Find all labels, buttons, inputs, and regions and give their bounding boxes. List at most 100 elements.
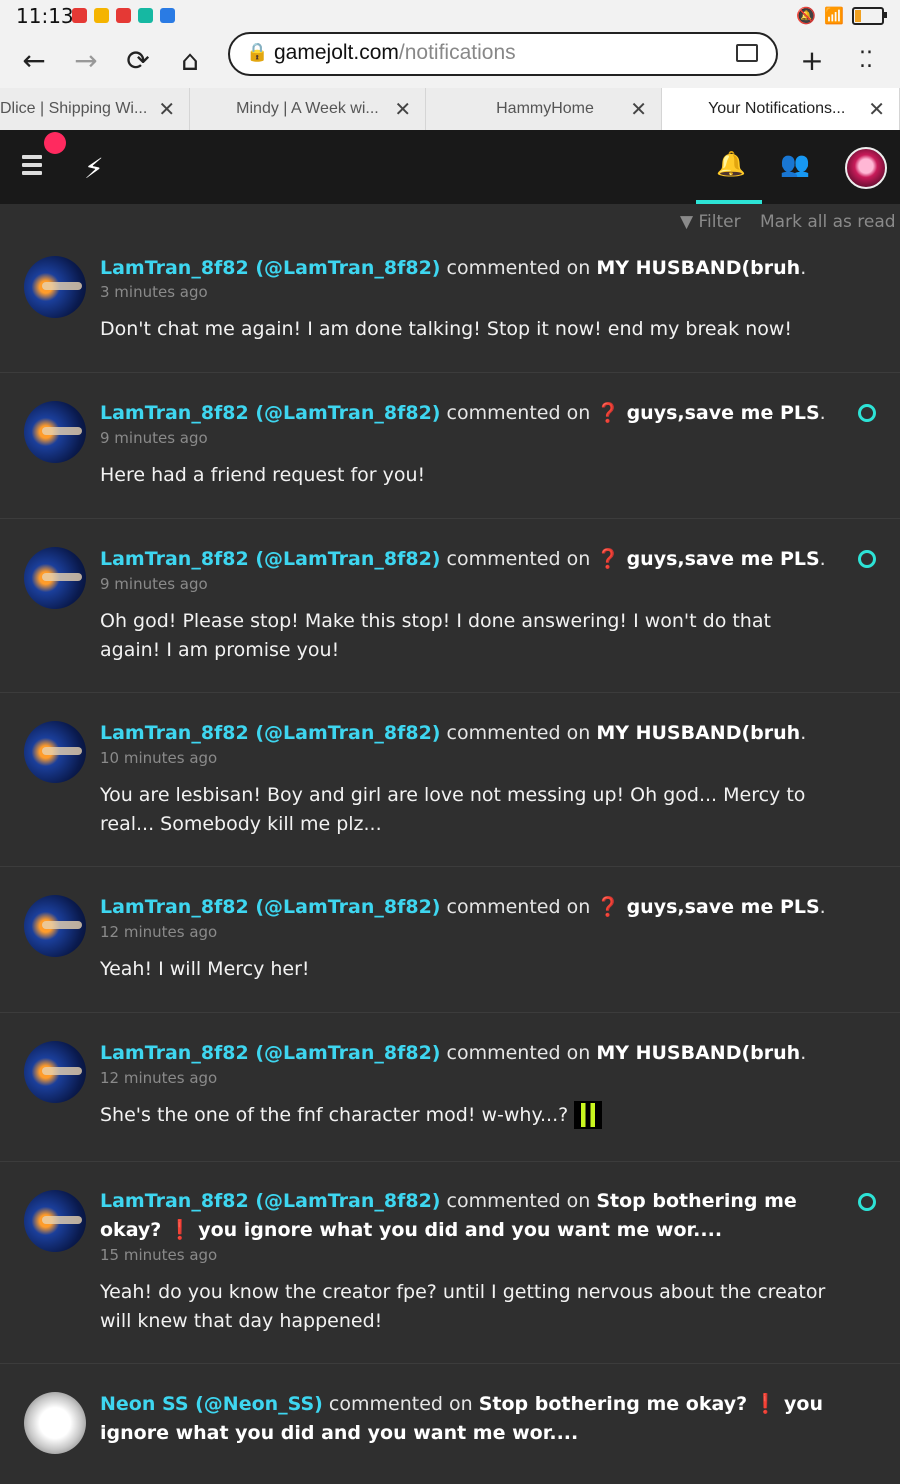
back-button[interactable]: ← xyxy=(14,40,54,80)
tab-close-icon[interactable]: ✕ xyxy=(868,97,885,122)
wifi-icon: 📶 xyxy=(824,6,844,25)
tab-4-active[interactable]: Your Notifications... ✕ xyxy=(662,88,900,130)
notification-item[interactable]: LamTran_8f82 (@LamTran_8f82) commented o… xyxy=(0,1013,900,1162)
unread-indicator-icon[interactable] xyxy=(858,1193,876,1211)
notification-verb: commented on xyxy=(446,722,591,744)
more-menu-button[interactable]: ⁚⁚ xyxy=(846,40,886,80)
filter-bar: ▼ Filter Mark all as read xyxy=(0,204,900,240)
comment-text: You are lesbisan! Boy and girl are love … xyxy=(100,784,806,835)
filter-button[interactable]: ▼ Filter xyxy=(680,212,741,232)
comment-text: She's the one of the fnf character mod! … xyxy=(100,1104,569,1126)
notification-verb: commented on xyxy=(446,402,591,424)
gamejolt-logo-icon[interactable]: ⚡ xyxy=(84,152,104,185)
commenter-avatar[interactable] xyxy=(24,401,86,463)
filter-label: Filter xyxy=(698,212,741,232)
status-time: 11:13 xyxy=(16,4,74,28)
unread-dot xyxy=(44,132,66,154)
notification-item[interactable]: LamTran_8f82 (@LamTran_8f82) commented o… xyxy=(0,693,900,867)
tab-1[interactable]: Dlice | Shipping Wi... ✕ xyxy=(0,88,191,130)
commenter-name[interactable]: LamTran_8f82 (@LamTran_8f82) xyxy=(100,722,440,744)
timestamp: 12 minutes ago xyxy=(100,923,218,941)
url-domain: gamejolt.com xyxy=(274,41,399,64)
post-title[interactable]: MY HUSBAND(bruh xyxy=(596,1042,800,1064)
user-avatar[interactable] xyxy=(845,147,887,189)
notification-item[interactable]: LamTran_8f82 (@LamTran_8f82) commented o… xyxy=(0,867,900,1013)
comment-text: Here had a friend request for you! xyxy=(100,464,426,486)
notification-verb: commented on xyxy=(328,1393,473,1415)
commenter-name[interactable]: LamTran_8f82 (@LamTran_8f82) xyxy=(100,402,440,424)
friends-icon[interactable]: 👥 xyxy=(780,150,810,178)
notification-item[interactable]: Neon SS (@Neon_SS) commented on Stop bot… xyxy=(0,1364,900,1484)
battery-icon xyxy=(852,6,887,25)
bell-icon[interactable]: 🔔 xyxy=(716,150,746,178)
notification-verb: commented on xyxy=(446,257,591,279)
status-bar: 11:13 🔕 📶 xyxy=(0,0,900,32)
lock-icon: 🔒 xyxy=(246,42,269,63)
notification-header: LamTran_8f82 (@LamTran_8f82) commented o… xyxy=(100,896,826,918)
timestamp: 9 minutes ago xyxy=(100,429,208,447)
commenter-name[interactable]: LamTran_8f82 (@LamTran_8f82) xyxy=(100,257,440,279)
post-title[interactable]: MY HUSBAND(bruh xyxy=(596,257,800,279)
commenter-name[interactable]: LamTran_8f82 (@LamTran_8f82) xyxy=(100,896,440,918)
notification-verb: commented on xyxy=(446,896,591,918)
gamejolt-nav: ⚡ 🔔 👥 xyxy=(0,130,900,204)
email-icon xyxy=(94,8,109,23)
comment-text: Yeah! do you know the creator fpe? until… xyxy=(100,1281,826,1332)
comment-text: Oh god! Please stop! Make this stop! I d… xyxy=(100,610,771,661)
commenter-name[interactable]: Neon SS (@Neon_SS) xyxy=(100,1393,323,1415)
notification-verb: commented on xyxy=(446,1042,591,1064)
tab-switcher-icon[interactable] xyxy=(736,44,758,62)
tab-label: Mindy | A Week wi... xyxy=(236,100,379,117)
mute-icon: 🔕 xyxy=(796,6,817,25)
forward-button[interactable]: → xyxy=(66,40,106,80)
new-tab-button[interactable]: + xyxy=(792,40,832,80)
post-title[interactable]: ❓ guys,save me PLS xyxy=(596,402,819,424)
notification-item[interactable]: LamTran_8f82 (@LamTran_8f82) commented o… xyxy=(0,373,900,519)
status-icons: 🔕 📶 xyxy=(796,6,887,25)
tab-label: Dlice | Shipping Wi... xyxy=(0,100,148,117)
commenter-name[interactable]: LamTran_8f82 (@LamTran_8f82) xyxy=(100,1190,440,1212)
commenter-avatar[interactable] xyxy=(24,1041,86,1103)
tab-strip: Dlice | Shipping Wi... ✕ Mindy | A Week … xyxy=(0,88,900,130)
reload-button[interactable]: ⟳ xyxy=(118,40,158,80)
commenter-name[interactable]: LamTran_8f82 (@LamTran_8f82) xyxy=(100,548,440,570)
commenter-name[interactable]: LamTran_8f82 (@LamTran_8f82) xyxy=(100,1042,440,1064)
commenter-avatar[interactable] xyxy=(24,721,86,783)
filter-icon: ▼ xyxy=(680,212,694,232)
post-title[interactable]: ❓ guys,save me PLS xyxy=(596,548,819,570)
notification-header: LamTran_8f82 (@LamTran_8f82) commented o… xyxy=(100,257,807,279)
menu-icon[interactable] xyxy=(22,155,42,179)
notification-header: LamTran_8f82 (@LamTran_8f82) commented o… xyxy=(100,548,826,570)
tab-close-icon[interactable]: ✕ xyxy=(630,97,647,122)
home-button[interactable]: ⌂ xyxy=(170,40,210,80)
timestamp: 9 minutes ago xyxy=(100,575,208,593)
address-bar[interactable]: 🔒 gamejolt.com/notifications xyxy=(228,32,778,76)
tab-3[interactable]: HammyHome ✕ xyxy=(426,88,663,130)
notification-item[interactable]: LamTran_8f82 (@LamTran_8f82) commented o… xyxy=(0,519,900,693)
tab-2[interactable]: Mindy | A Week wi... ✕ xyxy=(190,88,427,130)
security-app-icon xyxy=(116,8,131,23)
notification-header: LamTran_8f82 (@LamTran_8f82) commented o… xyxy=(100,1042,807,1064)
notification-item[interactable]: LamTran_8f82 (@LamTran_8f82) commented o… xyxy=(0,240,900,373)
unread-indicator-icon[interactable] xyxy=(858,404,876,422)
unread-indicator-icon[interactable] xyxy=(858,550,876,568)
browser-toolbar: ← → ⟳ ⌂ 🔒 gamejolt.com/notifications + ⁚… xyxy=(0,32,900,88)
notification-verb: commented on xyxy=(446,1190,591,1212)
notification-header: LamTran_8f82 (@LamTran_8f82) commented o… xyxy=(100,402,826,424)
post-title[interactable]: MY HUSBAND(bruh xyxy=(596,722,800,744)
tab-close-icon[interactable]: ✕ xyxy=(158,97,175,122)
timestamp: 10 minutes ago xyxy=(100,749,218,767)
commenter-avatar[interactable] xyxy=(24,895,86,957)
commenter-avatar[interactable] xyxy=(24,1392,86,1454)
tab-close-icon[interactable]: ✕ xyxy=(394,97,411,122)
commenter-avatar[interactable] xyxy=(24,1190,86,1252)
timestamp: 15 minutes ago xyxy=(100,1246,218,1264)
commenter-avatar[interactable] xyxy=(24,256,86,318)
cloud-app-icon xyxy=(160,8,175,23)
notification-verb: commented on xyxy=(446,548,591,570)
mark-all-read-button[interactable]: Mark all as read xyxy=(760,212,896,232)
notification-item[interactable]: LamTran_8f82 (@LamTran_8f82) commented o… xyxy=(0,1162,900,1364)
app-notification-icon xyxy=(72,8,87,23)
commenter-avatar[interactable] xyxy=(24,547,86,609)
post-title[interactable]: ❓ guys,save me PLS xyxy=(596,896,819,918)
